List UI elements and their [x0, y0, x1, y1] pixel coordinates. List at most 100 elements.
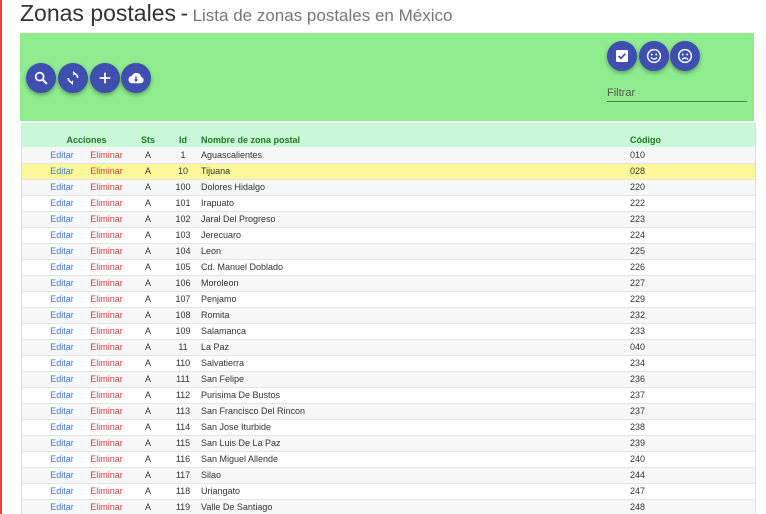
- delete-link[interactable]: Eliminar: [82, 403, 131, 419]
- name-cell: San Felipe: [201, 374, 245, 384]
- table-row[interactable]: Editar Eliminar A 102 Jaral Del Progreso 223: [22, 211, 755, 227]
- delete-link[interactable]: Eliminar: [82, 467, 131, 483]
- edit-link[interactable]: Editar: [42, 163, 82, 179]
- delete-link[interactable]: Eliminar: [82, 291, 131, 307]
- delete-link[interactable]: Eliminar: [82, 275, 131, 291]
- edit-link[interactable]: Editar: [42, 211, 82, 227]
- toolbar: [20, 33, 754, 121]
- edit-link[interactable]: Editar: [42, 147, 82, 163]
- edit-link[interactable]: Editar: [42, 291, 82, 307]
- status-cell: A: [144, 486, 151, 496]
- table-row[interactable]: Editar Eliminar A 105 Cd. Manuel Doblado 226: [22, 259, 755, 275]
- id-cell: 116: [175, 454, 191, 464]
- table-row[interactable]: Editar Eliminar A 100 Dolores Hidalgo 220: [22, 179, 755, 195]
- name-cell: Jerecuaro: [201, 230, 242, 240]
- delete-link[interactable]: Eliminar: [82, 147, 131, 163]
- row-spacer: [22, 163, 42, 179]
- id-cell: 102: [175, 214, 191, 224]
- search-button[interactable]: [26, 63, 56, 93]
- edit-link[interactable]: Editar: [42, 227, 82, 243]
- edit-link[interactable]: Editar: [42, 483, 82, 499]
- delete-link[interactable]: Eliminar: [82, 355, 131, 371]
- delete-link[interactable]: Eliminar: [82, 499, 131, 514]
- search-icon: [34, 71, 48, 85]
- edit-link[interactable]: Editar: [42, 371, 82, 387]
- delete-link[interactable]: Eliminar: [82, 259, 131, 275]
- table-row[interactable]: Editar Eliminar A 113 San Francisco Del Rinc…: [22, 403, 755, 419]
- header-codigo[interactable]: Código: [630, 123, 755, 147]
- status-cell: A: [144, 326, 151, 336]
- active-filter-button[interactable]: [607, 41, 637, 71]
- edit-link[interactable]: Editar: [42, 323, 82, 339]
- delete-link[interactable]: Eliminar: [82, 451, 131, 467]
- name-cell: Tijuana: [201, 166, 231, 176]
- edit-link[interactable]: Editar: [42, 355, 82, 371]
- edit-link[interactable]: Editar: [42, 387, 82, 403]
- table-row[interactable]: Editar Eliminar A 1 Aguascalientes 010: [22, 147, 755, 163]
- table-row[interactable]: Editar Eliminar A 107 Penjamo 229: [22, 291, 755, 307]
- add-button[interactable]: [90, 63, 120, 93]
- row-spacer: [22, 371, 42, 387]
- delete-link[interactable]: Eliminar: [82, 243, 131, 259]
- table-row[interactable]: Editar Eliminar A 10 Tijuana 028: [22, 163, 755, 179]
- table-row[interactable]: Editar Eliminar A 11 La Paz 040: [22, 339, 755, 355]
- delete-link[interactable]: Eliminar: [82, 227, 131, 243]
- delete-link[interactable]: Eliminar: [82, 339, 131, 355]
- status-cell: A: [144, 262, 151, 272]
- table-row[interactable]: Editar Eliminar A 109 Salamanca 233: [22, 323, 755, 339]
- table-row[interactable]: Editar Eliminar A 111 San Felipe 236: [22, 371, 755, 387]
- edit-link[interactable]: Editar: [42, 195, 82, 211]
- edit-link[interactable]: Editar: [42, 339, 82, 355]
- delete-link[interactable]: Eliminar: [82, 307, 131, 323]
- table-row[interactable]: Editar Eliminar A 106 Moroleon 227: [22, 275, 755, 291]
- status-cell: A: [144, 278, 151, 288]
- edit-link[interactable]: Editar: [42, 451, 82, 467]
- delete-link[interactable]: Eliminar: [82, 323, 131, 339]
- download-button[interactable]: [121, 63, 151, 93]
- refresh-button[interactable]: [58, 63, 88, 93]
- edit-link[interactable]: Editar: [42, 435, 82, 451]
- header-nombre[interactable]: Nombre de zona postal: [201, 123, 630, 147]
- table-row[interactable]: Editar Eliminar A 112 Purisima De Bustos 237: [22, 387, 755, 403]
- table-row[interactable]: Editar Eliminar A 114 San Jose Iturbide 238: [22, 419, 755, 435]
- delete-link[interactable]: Eliminar: [82, 435, 131, 451]
- delete-link[interactable]: Eliminar: [82, 483, 131, 499]
- edit-link[interactable]: Editar: [42, 243, 82, 259]
- edit-link[interactable]: Editar: [42, 307, 82, 323]
- edit-link[interactable]: Editar: [42, 467, 82, 483]
- filter-input[interactable]: [607, 85, 747, 101]
- edit-link[interactable]: Editar: [42, 403, 82, 419]
- id-cell: 101: [175, 198, 191, 208]
- delete-link[interactable]: Eliminar: [82, 211, 131, 227]
- table-row[interactable]: Editar Eliminar A 116 San Miguel Allende 240: [22, 451, 755, 467]
- table-row[interactable]: Editar Eliminar A 119 Valle De Santiago 248: [22, 499, 755, 514]
- edit-link[interactable]: Editar: [42, 179, 82, 195]
- delete-link[interactable]: Eliminar: [82, 179, 131, 195]
- edit-link[interactable]: Editar: [42, 499, 82, 514]
- header-sts[interactable]: Sts: [131, 123, 165, 147]
- table-row[interactable]: Editar Eliminar A 104 Leon 225: [22, 243, 755, 259]
- delete-link[interactable]: Eliminar: [82, 387, 131, 403]
- code-cell: 238: [630, 422, 646, 432]
- delete-link[interactable]: Eliminar: [82, 163, 131, 179]
- delete-link[interactable]: Eliminar: [82, 371, 131, 387]
- table-row[interactable]: Editar Eliminar A 117 Silao 244: [22, 467, 755, 483]
- delete-link[interactable]: Eliminar: [82, 419, 131, 435]
- edit-link[interactable]: Editar: [42, 259, 82, 275]
- table-row[interactable]: Editar Eliminar A 115 San Luis De La Paz 239: [22, 435, 755, 451]
- delete-link[interactable]: Eliminar: [82, 195, 131, 211]
- status-cell: A: [144, 374, 151, 384]
- table-row[interactable]: Editar Eliminar A 110 Salvatierra 234: [22, 355, 755, 371]
- table-row[interactable]: Editar Eliminar A 103 Jerecuaro 224: [22, 227, 755, 243]
- sad-filter-button[interactable]: [670, 41, 700, 71]
- table-row[interactable]: Editar Eliminar A 101 Irapuato 222: [22, 195, 755, 211]
- edit-link[interactable]: Editar: [42, 275, 82, 291]
- smile-filter-button[interactable]: [639, 41, 669, 71]
- edit-link[interactable]: Editar: [42, 419, 82, 435]
- postal-zones-table: Acciones Sts Id Nombre de zona postal Có…: [21, 123, 756, 514]
- id-cell: 107: [175, 294, 191, 304]
- table-row[interactable]: Editar Eliminar A 118 Uriangato 247: [22, 483, 755, 499]
- header-id[interactable]: Id: [165, 123, 201, 147]
- table-row[interactable]: Editar Eliminar A 108 Romita 232: [22, 307, 755, 323]
- code-cell: 240: [630, 454, 646, 464]
